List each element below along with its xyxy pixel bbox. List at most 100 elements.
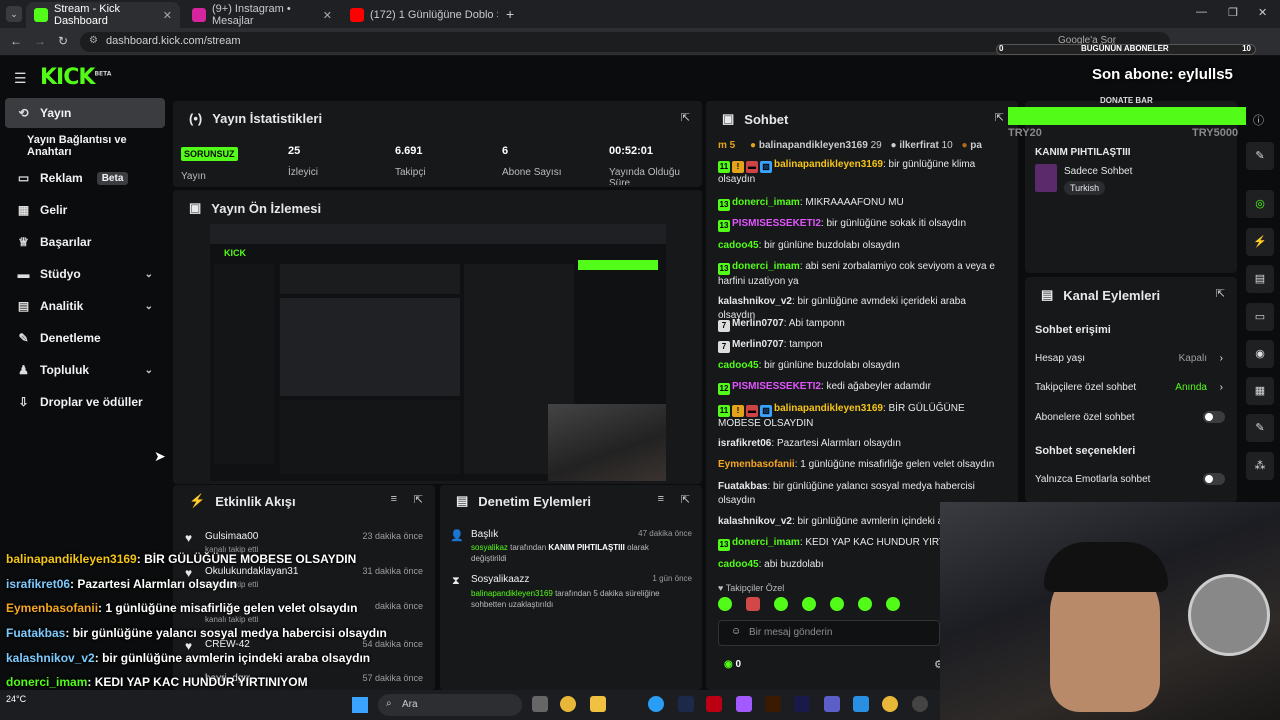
followers-only-row[interactable]: Takipçilere özel sohbet Anında › (1035, 382, 1225, 393)
chat-username[interactable]: kalashnikov_v2 (718, 516, 792, 527)
expand-icon[interactable]: ⇱ (681, 111, 690, 124)
moderation-name[interactable]: Sosyalikaazz (471, 574, 529, 585)
activity-name[interactable]: CREW-42 (205, 639, 250, 650)
tab-list-button[interactable]: ⌄ (6, 6, 22, 22)
expand-icon[interactable]: ⇱ (995, 111, 1004, 124)
chat-username[interactable]: cadoo45 (718, 240, 759, 251)
menu-icon[interactable]: ☰ (14, 70, 27, 87)
emote-icon[interactable] (886, 597, 900, 611)
premiere-icon[interactable] (794, 696, 810, 712)
chat-username[interactable]: Fuatakbas (718, 481, 767, 492)
minimize-button[interactable]: — (1196, 6, 1207, 18)
top-chatter-name[interactable]: pa (970, 140, 982, 151)
emote-icon[interactable] (830, 597, 844, 611)
sidebar-item-denetleme[interactable]: ✎ Denetleme (5, 323, 165, 353)
expand-icon[interactable]: ⇱ (414, 493, 423, 506)
stream-preview-video[interactable]: KICK (210, 224, 666, 481)
taskbar-search[interactable]: ⌕ Ara (378, 694, 522, 716)
stream-category[interactable]: Sadece Sohbet (1064, 166, 1132, 177)
document-icon[interactable]: ▤ (1246, 265, 1274, 293)
chrome-icon[interactable] (882, 696, 898, 712)
maximize-button[interactable]: ❐ (1228, 6, 1238, 19)
chat-username[interactable]: balinapandikleyen3169 (774, 403, 883, 414)
sidebar-item-basarilar[interactable]: ♕ Başarılar (5, 227, 165, 257)
filter-icon[interactable]: ≡ (658, 493, 664, 505)
sidebar-item-yayin[interactable]: ⟲ Yayın (5, 98, 165, 128)
photoshop-icon[interactable] (678, 696, 694, 712)
chat-username[interactable]: donerci_imam (732, 261, 800, 272)
app-icon[interactable] (853, 696, 869, 712)
edge-icon[interactable] (648, 696, 664, 712)
illustrator-icon[interactable] (765, 696, 781, 712)
layout-icon[interactable]: ▦ (1246, 377, 1274, 405)
reload-icon[interactable]: ↻ (58, 34, 68, 48)
chat-input[interactable]: ☺ Bir mesaj gönderin (718, 620, 940, 646)
teams-icon[interactable] (824, 696, 840, 712)
activity-name[interactable]: Okulukundaklayan31 (205, 566, 298, 577)
weather-temperature[interactable]: 24°C (6, 694, 26, 704)
sidebar-item-reklam[interactable]: ▭ Reklam Beta (5, 163, 165, 193)
wrench-icon[interactable]: ✎ (1246, 414, 1274, 442)
chat-username[interactable]: balinapandikleyen3169 (774, 159, 883, 170)
windows-start-icon[interactable] (352, 697, 368, 713)
chrome-icon[interactable] (560, 696, 576, 712)
close-tab-icon[interactable]: ✕ (163, 9, 172, 22)
emote-icon[interactable] (858, 597, 872, 611)
sidebar-item-stream-key[interactable]: Yayın Bağlantısı ve Anahtarı (5, 131, 173, 161)
sidebar-item-droplar[interactable]: ⇩ Droplar ve ödüller (5, 387, 165, 417)
chat-username[interactable]: kalashnikov_v2 (718, 296, 792, 307)
chat-username[interactable]: donerci_imam (732, 537, 800, 548)
tab-kick-dashboard[interactable]: Stream - Kick Dashboard ✕ (26, 2, 180, 28)
emotes-only-toggle[interactable] (1203, 473, 1225, 485)
file-explorer-icon[interactable] (590, 696, 606, 712)
chat-username[interactable]: cadoo45 (718, 559, 759, 570)
forward-arrow-icon[interactable]: → (34, 34, 46, 48)
expand-icon[interactable]: ⇱ (681, 493, 690, 506)
netflix-icon[interactable] (706, 696, 722, 712)
emote-icon[interactable] (746, 597, 760, 611)
chat-username[interactable]: PISMISESSEKETI2 (732, 381, 821, 392)
subs-only-toggle[interactable] (1203, 411, 1225, 423)
broadcast-icon[interactable]: ◉ (1246, 340, 1274, 368)
new-tab-button[interactable]: + (506, 6, 514, 22)
emote-icon[interactable] (718, 597, 732, 611)
edit-pencil-icon[interactable]: ✎ (1246, 142, 1274, 170)
camera-icon[interactable]: ◎ (1246, 190, 1274, 218)
obs-icon[interactable] (912, 696, 928, 712)
chat-username[interactable]: Merlin0707 (732, 339, 784, 350)
close-window-button[interactable]: ✕ (1258, 6, 1267, 19)
chat-bubble-icon[interactable]: ▭ (1246, 303, 1274, 331)
channel-points[interactable]: ◉ 0 (724, 659, 741, 670)
sidebar-item-gelir[interactable]: ▦ Gelir (5, 195, 165, 225)
bolt-icon[interactable]: ⚡ (1246, 228, 1274, 256)
sidebar-item-analitik[interactable]: ▤ Analitik ⌄ (5, 291, 165, 321)
emoji-icon[interactable]: ☺ (731, 626, 741, 637)
chat-username[interactable]: Merlin0707 (732, 318, 784, 329)
info-icon[interactable]: ⓘ (1253, 112, 1264, 128)
community-icon[interactable]: ⁂ (1246, 452, 1274, 480)
chat-username[interactable]: cadoo45 (718, 360, 759, 371)
back-arrow-icon[interactable]: ← (10, 34, 22, 48)
site-info-icon[interactable]: ⚙ (89, 35, 98, 46)
figma-icon[interactable] (736, 696, 752, 712)
expand-icon[interactable]: ⇱ (1216, 287, 1225, 300)
activity-name[interactable]: Gulsimaa00 (205, 531, 258, 542)
top-chatter-name[interactable]: balinapandikleyen3169 (759, 140, 868, 151)
chat-username[interactable]: Eymenbasofanii (718, 459, 795, 470)
top-chatter-name[interactable]: ilkerfirat (899, 140, 938, 151)
sidebar-item-studyo[interactable]: ▬ Stüdyo ⌄ (5, 259, 165, 289)
moderator-name[interactable]: balinapandikleyen3169 (471, 589, 553, 598)
emote-icon[interactable] (802, 597, 816, 611)
tab-youtube[interactable]: (172) 1 Günlüğüne Doblo Sağ (342, 2, 498, 28)
chat-username[interactable]: israfikret06 (718, 438, 771, 449)
close-tab-icon[interactable]: ✕ (323, 9, 332, 22)
filter-icon[interactable]: ≡ (391, 493, 397, 505)
task-view-icon[interactable] (532, 696, 548, 712)
kick-logo[interactable]: KICKBETA (40, 65, 111, 90)
chat-username[interactable]: donerci_imam (732, 197, 800, 208)
tab-instagram[interactable]: (9+) Instagram • Mesajlar ✕ (184, 2, 340, 28)
chat-username[interactable]: PISMISESSEKETI2 (732, 218, 821, 229)
emote-icon[interactable] (774, 597, 788, 611)
sidebar-item-topluluk[interactable]: ♟ Topluluk ⌄ (5, 355, 165, 385)
moderator-name[interactable]: sosyalikaz (471, 543, 508, 552)
